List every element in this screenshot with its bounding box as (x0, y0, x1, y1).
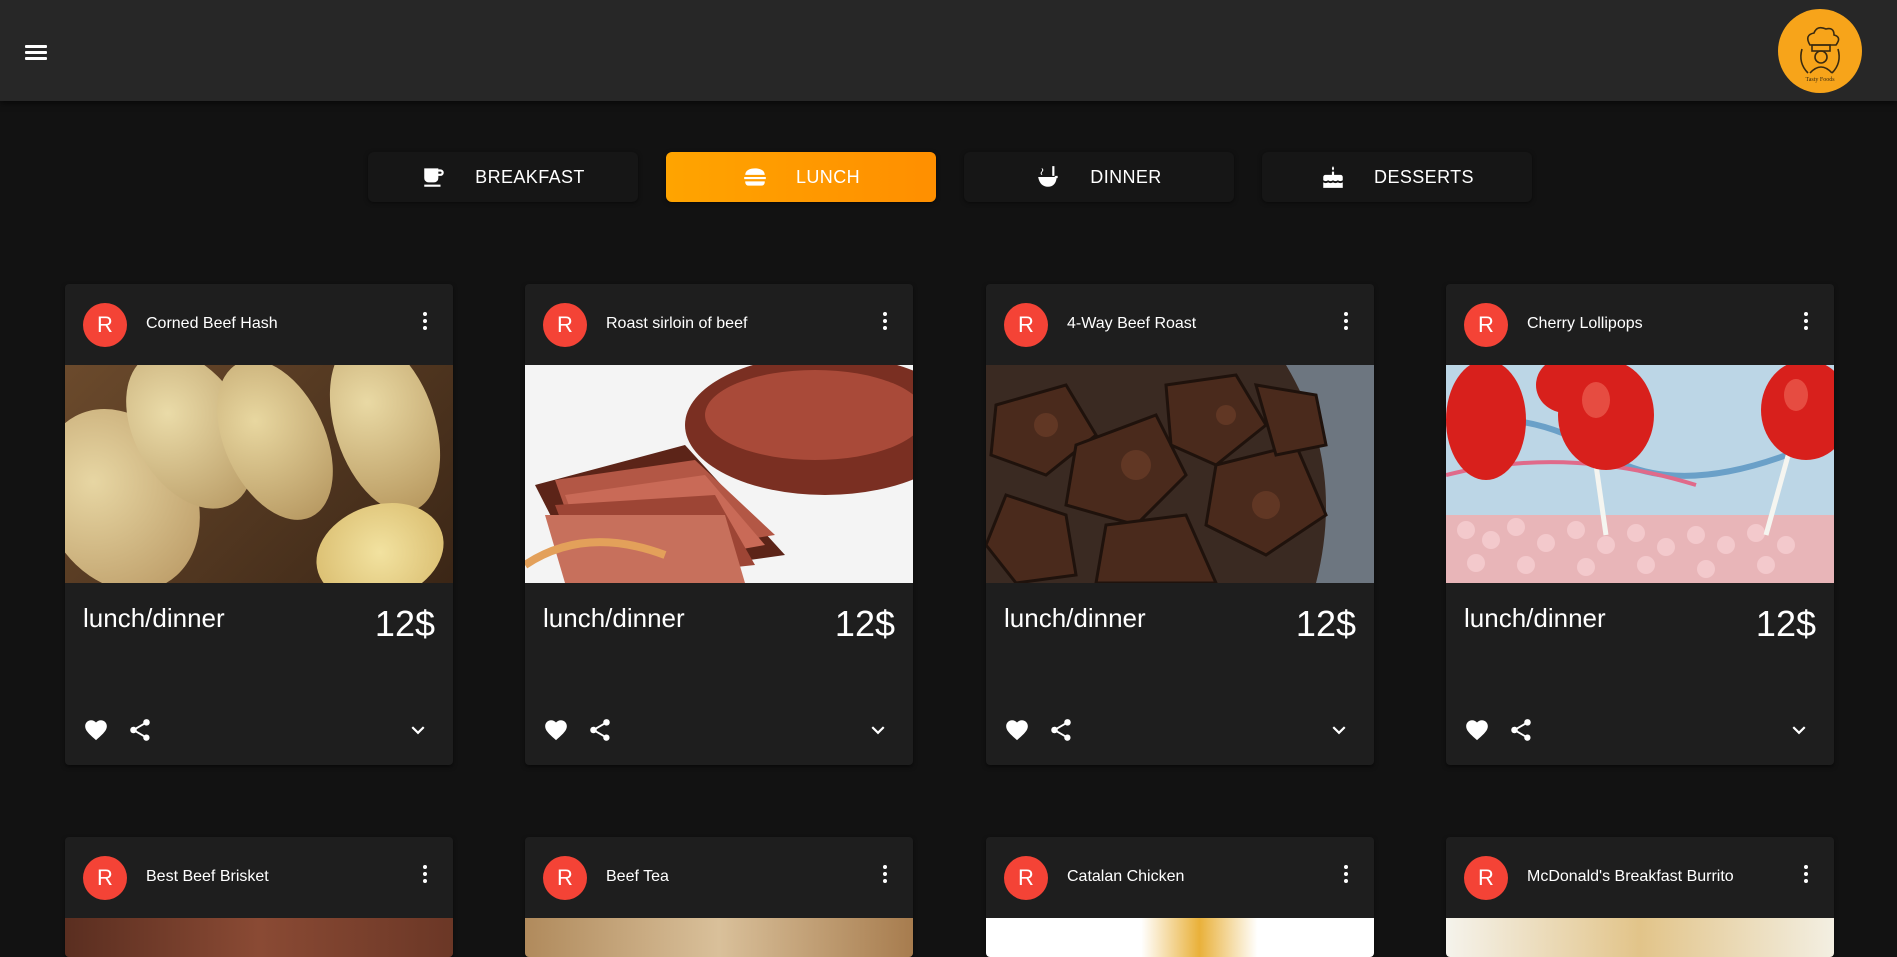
recipe-image (525, 365, 913, 583)
more-vert-icon[interactable] (419, 310, 431, 334)
tab-label: DINNER (1090, 166, 1162, 187)
card-title: 4-Way Beef Roast (1067, 315, 1197, 332)
card-header: R Cherry Lollipops (1446, 284, 1834, 365)
more-vert-icon[interactable] (879, 310, 891, 334)
card-actions (986, 717, 1374, 747)
more-vert-icon[interactable] (419, 863, 431, 887)
recipe-image (986, 918, 1374, 957)
cake-icon (1323, 166, 1343, 188)
expand-more-icon[interactable] (405, 717, 435, 747)
recipe-card: R 4-Way Beef Roast lunch/dinner 12$ (986, 284, 1374, 765)
recipe-card: R Cherry Lollipops lunch/dinner 12$ (1446, 284, 1834, 765)
share-icon[interactable] (127, 717, 157, 747)
card-header: R McDonald's Breakfast Burrito (1446, 837, 1834, 918)
avatar: R (1464, 303, 1508, 347)
share-icon[interactable] (1048, 717, 1078, 747)
meal-type: lunch/dinner (1004, 603, 1146, 633)
recipe-card: R Roast sirloin of beef lunch/dinner 12$ (525, 284, 913, 765)
chef-logo-icon[interactable]: Tasty Foods (1778, 9, 1862, 93)
card-title: Catalan Chicken (1067, 868, 1185, 885)
avatar: R (83, 856, 127, 900)
favorite-icon[interactable] (543, 717, 573, 747)
tab-label: BREAKFAST (475, 166, 585, 187)
card-body: lunch/dinner 12$ (986, 583, 1374, 765)
card-actions (1446, 717, 1834, 747)
recipe-image (525, 918, 913, 957)
favorite-icon[interactable] (1464, 717, 1494, 747)
logo-text: Tasty Foods (1805, 77, 1835, 83)
price: 12$ (1295, 603, 1356, 644)
avatar: R (543, 303, 587, 347)
more-vert-icon[interactable] (1800, 863, 1812, 887)
avatar: R (1004, 303, 1048, 347)
more-vert-icon[interactable] (1800, 310, 1812, 334)
meal-type: lunch/dinner (83, 603, 225, 633)
card-body: lunch/dinner 12$ (65, 583, 453, 765)
more-vert-icon[interactable] (1340, 310, 1352, 334)
card-title: Best Beef Brisket (146, 868, 269, 885)
tab-lunch[interactable]: LUNCH (666, 152, 936, 202)
recipe-image (65, 365, 453, 583)
card-title: Corned Beef Hash (146, 315, 278, 332)
card-header: R Roast sirloin of beef (525, 284, 913, 365)
recipe-card: R Catalan Chicken (986, 837, 1374, 957)
price: 12$ (374, 603, 435, 644)
recipe-card: R Beef Tea (525, 837, 913, 957)
expand-more-icon[interactable] (865, 717, 895, 747)
recipe-image (65, 918, 453, 957)
meal-type: lunch/dinner (1464, 603, 1606, 633)
recipe-image (986, 365, 1374, 583)
favorite-icon[interactable] (1004, 717, 1034, 747)
app-bar: Tasty Foods (0, 0, 1897, 101)
more-vert-icon[interactable] (879, 863, 891, 887)
card-actions (525, 717, 913, 747)
card-title: Roast sirloin of beef (606, 315, 748, 332)
recipe-card: R Corned Beef Hash lunch/dinner 12$ (65, 284, 453, 765)
tab-label: LUNCH (795, 166, 860, 187)
tab-label: DESSERTS (1374, 166, 1474, 187)
recipe-card: R Best Beef Brisket (65, 837, 453, 957)
expand-more-icon[interactable] (1326, 717, 1356, 747)
soup-icon (1038, 166, 1058, 187)
expand-more-icon[interactable] (1786, 717, 1816, 747)
burger-icon (744, 168, 766, 186)
tab-dinner[interactable]: DINNER (964, 152, 1234, 202)
card-title: Beef Tea (606, 868, 669, 885)
card-body: lunch/dinner 12$ (1446, 583, 1834, 765)
share-icon[interactable] (1508, 717, 1538, 747)
meal-type: lunch/dinner (543, 603, 685, 633)
hamburger-menu-icon[interactable] (20, 36, 52, 68)
recipe-card: R McDonald's Breakfast Burrito (1446, 837, 1834, 957)
recipe-image (1446, 918, 1834, 957)
coffee-icon (424, 168, 444, 187)
card-title: Cherry Lollipops (1527, 315, 1643, 332)
avatar: R (543, 856, 587, 900)
tab-desserts[interactable]: DESSERTS (1262, 152, 1532, 202)
card-header: R Beef Tea (525, 837, 913, 918)
avatar: R (1464, 856, 1508, 900)
card-header: R Catalan Chicken (986, 837, 1374, 918)
card-title: McDonald's Breakfast Burrito (1527, 868, 1734, 885)
avatar: R (83, 303, 127, 347)
price: 12$ (834, 603, 895, 644)
recipe-image (1446, 365, 1834, 583)
tab-breakfast[interactable]: BREAKFAST (368, 152, 638, 202)
favorite-icon[interactable] (83, 717, 113, 747)
avatar: R (1004, 856, 1048, 900)
card-body: lunch/dinner 12$ (525, 583, 913, 765)
price: 12$ (1755, 603, 1816, 644)
card-header: R Corned Beef Hash (65, 284, 453, 365)
card-header: R 4-Way Beef Roast (986, 284, 1374, 365)
more-vert-icon[interactable] (1340, 863, 1352, 887)
card-actions (65, 717, 453, 747)
card-header: R Best Beef Brisket (65, 837, 453, 918)
share-icon[interactable] (587, 717, 617, 747)
